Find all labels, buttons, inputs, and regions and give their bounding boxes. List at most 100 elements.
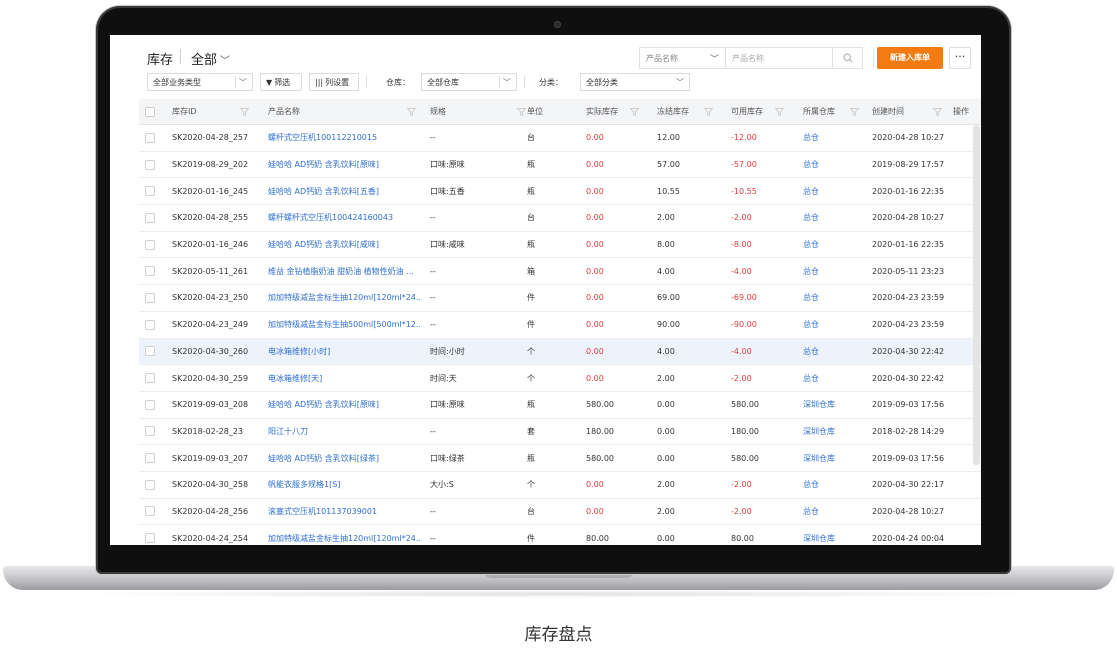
col-header[interactable]: 单位: [527, 99, 543, 124]
table-row[interactable]: SK2020-04-30_260 电冰箱维修[小时] 时间:小时 个 0.00 4.00 -…: [139, 338, 981, 366]
cell-warehouse[interactable]: 总仓: [803, 365, 819, 391]
row-checkbox[interactable]: [145, 426, 155, 437]
more-button[interactable]: ···: [949, 47, 971, 69]
warehouse-select[interactable]: 全部仓库 ﹀: [421, 73, 517, 91]
column-filter-icon[interactable]: [240, 108, 249, 116]
row-checkbox[interactable]: [145, 373, 155, 384]
cell-warehouse[interactable]: 深圳仓库: [803, 525, 835, 545]
row-checkbox[interactable]: [145, 319, 155, 330]
row-checkbox[interactable]: [145, 292, 155, 303]
column-filter-icon[interactable]: [704, 108, 713, 116]
table-row[interactable]: SK2020-04-30_259 电冰箱维修[天] 时间:天 个 0.00 2.00 -2.…: [139, 365, 981, 392]
row-checkbox[interactable]: [145, 399, 155, 410]
cell-name[interactable]: 维益 金钻植脂奶油 甜奶油 植物性奶油 ...: [268, 258, 420, 284]
col-header[interactable]: 可用库存: [731, 99, 763, 124]
row-checkbox[interactable]: [145, 506, 155, 517]
col-header[interactable]: 实际库存: [586, 99, 618, 124]
column-settings-button[interactable]: ||| 列设置: [309, 73, 359, 91]
table-row[interactable]: SK2020-04-28_256 滚塞式空压机101137039001 -- 台 0.0…: [139, 498, 981, 526]
col-header[interactable]: 规格: [430, 99, 446, 124]
column-filter-icon[interactable]: [407, 108, 416, 116]
cell-warehouse[interactable]: 深圳仓库: [803, 445, 835, 471]
cell-warehouse[interactable]: 总仓: [803, 178, 819, 204]
cell-name[interactable]: 娃哈哈 AD钙奶 含乳饮料[咸味]: [268, 232, 420, 258]
cell-actual: 580.00: [586, 400, 614, 410]
cell-name[interactable]: 螺杆式空压机100112210015: [268, 125, 420, 151]
table-row[interactable]: SK2020-04-23_250 加加特级减盐金标生抽120ml[120ml*24…: [139, 285, 981, 312]
cell-name[interactable]: 娃哈哈 AD钙奶 含乳饮料[绿茶]: [268, 445, 420, 471]
cell-id: SK2020-04-30_259: [172, 373, 249, 383]
cell-name[interactable]: 滚塞式空压机101137039001: [268, 499, 420, 525]
cell-name[interactable]: 加加特级减盐金标生抽120ml[120ml*24...: [268, 525, 420, 545]
cell-warehouse[interactable]: 总仓: [803, 472, 819, 498]
row-checkbox[interactable]: [145, 239, 155, 250]
filter-button[interactable]: ▼ 筛选: [260, 73, 302, 91]
table-row[interactable]: SK2020-04-23_249 加加特级减盐金标生抽500ml[500ml*12…: [139, 311, 981, 339]
cell-name[interactable]: 娃哈哈 AD钙奶 含乳饮料[五香]: [268, 178, 420, 204]
table-row[interactable]: SK2019-08-29_202 娃哈哈 AD钙奶 含乳饮料[原味] 口味:原味 瓶 0…: [139, 151, 981, 179]
column-filter-icon[interactable]: [933, 108, 942, 116]
table-scrollbar[interactable]: [973, 125, 980, 465]
row-checkbox[interactable]: [145, 159, 155, 170]
cell-name[interactable]: 娃哈哈 AD钙奶 含乳饮料[原味]: [268, 392, 420, 418]
column-filter-icon[interactable]: [630, 108, 639, 116]
cell-name[interactable]: 阳江十八刀: [268, 419, 420, 445]
cell-warehouse[interactable]: 总仓: [803, 285, 819, 311]
new-inbound-button[interactable]: 新建入库单: [877, 47, 943, 69]
cell-warehouse[interactable]: 总仓: [803, 205, 819, 231]
table-row[interactable]: SK2020-04-24_254 加加特级减盐金标生抽120ml[120ml*24…: [139, 525, 981, 545]
cell-warehouse[interactable]: 总仓: [803, 339, 819, 365]
row-checkbox[interactable]: [145, 346, 155, 357]
row-checkbox[interactable]: [145, 212, 155, 223]
col-header[interactable]: 冻结库存: [657, 99, 689, 124]
cell-id: SK2019-09-03_208: [172, 400, 249, 410]
cell-name[interactable]: 螺杆螺杆式空压机100424160043: [268, 205, 420, 231]
cell-warehouse[interactable]: 总仓: [803, 499, 819, 525]
col-header[interactable]: 所属仓库: [803, 99, 835, 124]
table-row[interactable]: SK2018-02-28_23 阳江十八刀 -- 套 180.00 0.00 180.00 深…: [139, 418, 981, 446]
select-all-checkbox[interactable]: [145, 106, 155, 117]
row-select-cell: [145, 392, 155, 418]
cell-name[interactable]: 加加特级减盐金标生抽500ml[500ml*12...: [268, 312, 420, 338]
search-type-select[interactable]: 产品名称 ﹀: [639, 47, 725, 69]
cell-name[interactable]: 帆能衣服多规格1[S]: [268, 472, 420, 498]
row-checkbox[interactable]: [145, 479, 155, 490]
row-checkbox[interactable]: [145, 266, 155, 277]
cell-warehouse[interactable]: 总仓: [803, 125, 819, 151]
cell-warehouse[interactable]: 总仓: [803, 258, 819, 284]
cell-frozen: 2.00: [657, 480, 675, 490]
row-checkbox[interactable]: [145, 186, 155, 197]
cell-warehouse[interactable]: 深圳仓库: [803, 419, 835, 445]
row-checkbox[interactable]: [145, 453, 155, 464]
category-select[interactable]: 全部分类 ﹀: [580, 73, 690, 91]
table-row[interactable]: SK2020-01-16_246 娃哈哈 AD钙奶 含乳饮料[咸味] 口味:咸味 瓶 0…: [139, 231, 981, 259]
col-header[interactable]: 创建时间: [872, 99, 904, 124]
cell-warehouse[interactable]: 深圳仓库: [803, 392, 835, 418]
cell-available: -2.00: [731, 506, 752, 516]
table-row[interactable]: SK2020-04-30_258 帆能衣服多规格1[S] 大小:S 个 0.00 2.00…: [139, 471, 981, 499]
table-row[interactable]: SK2020-04-28_255 螺杆螺杆式空压机100424160043 -- 台 0…: [139, 205, 981, 232]
cell-warehouse[interactable]: 总仓: [803, 152, 819, 178]
row-checkbox[interactable]: [145, 533, 155, 544]
table-row[interactable]: SK2020-05-11_261 维益 金钻植脂奶油 甜奶油 植物性奶油 ... -…: [139, 258, 981, 286]
table-row[interactable]: SK2019-09-03_207 娃哈哈 AD钙奶 含乳饮料[绿茶] 口味:绿茶 瓶 5…: [139, 445, 981, 472]
table-row[interactable]: SK2020-01-16_245 娃哈哈 AD钙奶 含乳饮料[五香] 口味:五香 瓶 0…: [139, 178, 981, 206]
table-row[interactable]: SK2020-04-28_257 螺杆式空压机100112210015 -- 台 0.0…: [139, 125, 981, 152]
column-filter-icon[interactable]: [775, 108, 784, 116]
col-header[interactable]: 库存ID: [172, 99, 197, 124]
scope-dropdown[interactable]: 全部 ﹀: [191, 49, 230, 68]
table-row[interactable]: SK2019-09-03_208 娃哈哈 AD钙奶 含乳饮料[原味] 口味:原味 瓶 5…: [139, 391, 981, 419]
cell-warehouse[interactable]: 总仓: [803, 232, 819, 258]
business-type-select[interactable]: 全部业务类型 ﹀: [147, 73, 253, 91]
cell-warehouse[interactable]: 总仓: [803, 312, 819, 338]
col-header[interactable]: 产品名称: [268, 99, 300, 124]
column-filter-icon[interactable]: [850, 108, 859, 116]
cell-name[interactable]: 电冰箱维修[天]: [268, 365, 420, 391]
cell-name[interactable]: 电冰箱维修[小时]: [268, 339, 420, 365]
row-checkbox[interactable]: [145, 132, 155, 143]
column-filter-icon[interactable]: [517, 108, 526, 116]
cell-name[interactable]: 加加特级减盐金标生抽120ml[120ml*24...: [268, 285, 420, 311]
search-type-label: 产品名称: [646, 54, 678, 63]
cell-name[interactable]: 娃哈哈 AD钙奶 含乳饮料[原味]: [268, 152, 420, 178]
search-button[interactable]: [832, 48, 862, 68]
